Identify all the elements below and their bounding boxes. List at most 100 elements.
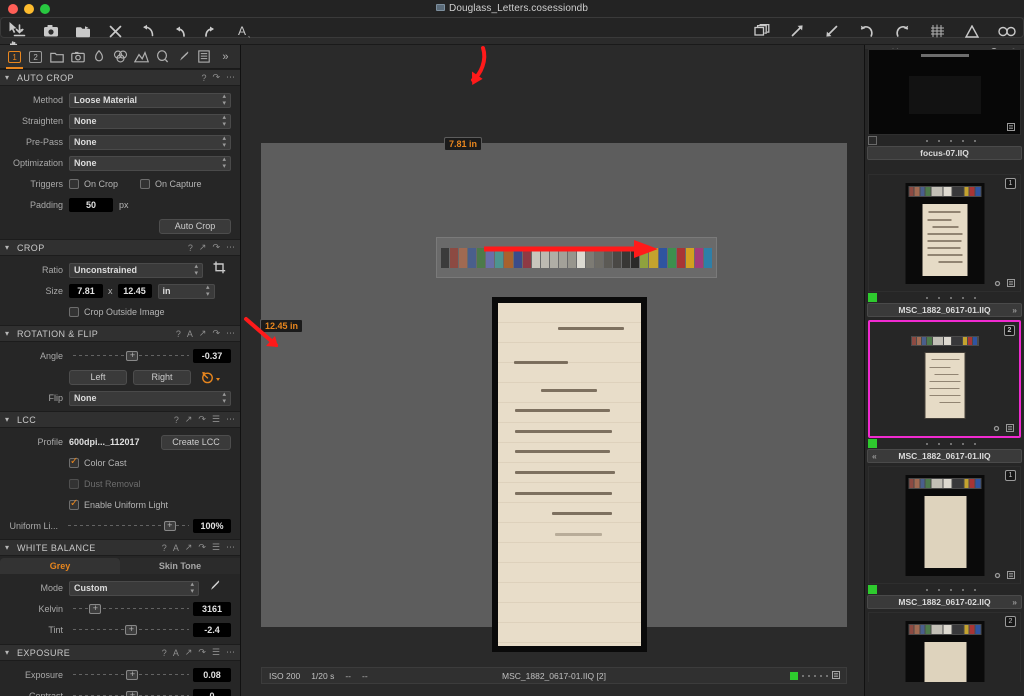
presets-icon[interactable]: ☰ xyxy=(212,542,220,553)
prepass-select[interactable]: None ▴ ▾ xyxy=(69,134,231,150)
thumbnail-footer-3[interactable] xyxy=(865,584,1024,595)
open-folder-icon[interactable] xyxy=(74,21,92,41)
section-menu-icon[interactable]: ⋯ xyxy=(226,542,235,553)
thumbnail-footer-2[interactable] xyxy=(865,438,1024,449)
thumbnail-tools-1[interactable] xyxy=(993,279,1015,288)
crop-width-input[interactable]: 7.81 xyxy=(69,284,103,298)
chevron-right-icon[interactable]: » xyxy=(1012,304,1017,316)
exposure-slider[interactable] xyxy=(73,668,189,682)
rating-star-dot[interactable] xyxy=(949,139,952,142)
color-tag-green[interactable] xyxy=(868,293,877,302)
slider-knob[interactable] xyxy=(126,689,139,696)
chevron-down-icon[interactable]: ▾ xyxy=(5,543,12,552)
thumbnail-tools-0[interactable] xyxy=(1007,123,1015,131)
thumbnail-tools-2[interactable] xyxy=(992,424,1014,433)
rating-star-dot[interactable] xyxy=(961,139,964,142)
wb-eyedropper-button[interactable] xyxy=(208,579,221,597)
import-icon[interactable] xyxy=(10,21,28,41)
rating-star-dot[interactable] xyxy=(973,296,976,299)
annotate-text-icon[interactable]: A xyxy=(234,21,252,41)
thumbnail-image-1[interactable]: 1 xyxy=(868,174,1021,292)
rating-dots-1[interactable] xyxy=(880,296,1021,299)
section-header-white-balance[interactable]: ▾ WHITE BALANCE ? A ↗ ↷ ☰ ⋯ xyxy=(0,539,240,556)
rating-star-dot[interactable] xyxy=(961,588,964,591)
viewer-canvas[interactable]: 7.81 in 12.45 in xyxy=(260,137,847,652)
thumbnail-item-1[interactable]: 1 MSC_1882_0617-01.IIQ » xyxy=(865,174,1024,317)
rating-star-dot[interactable] xyxy=(937,442,940,445)
image-viewer[interactable]: 7.81 in 12.45 in ISO 200 1/20 s -- -- MS… xyxy=(241,45,864,696)
angle-slider[interactable] xyxy=(73,349,189,363)
rating-star-dot[interactable] xyxy=(925,139,928,142)
reset-section-icon[interactable]: ↷ xyxy=(198,647,206,658)
thumbnail-filename-1[interactable]: MSC_1882_0617-01.IIQ » xyxy=(867,303,1022,317)
capture-icon[interactable] xyxy=(42,21,60,41)
auto-icon[interactable]: A xyxy=(173,543,179,553)
close-icon[interactable] xyxy=(106,21,124,41)
dust-removal-checkbox[interactable] xyxy=(69,479,79,489)
copy-apply-icon[interactable]: ↗ xyxy=(199,242,207,253)
section-header-lcc[interactable]: ▾ LCC ? ↗ ↷ ☰ ⋯ xyxy=(0,411,240,428)
kelvin-input[interactable]: 3161 xyxy=(193,602,231,616)
tab-exposure[interactable] xyxy=(131,46,152,68)
rating-star-dot[interactable] xyxy=(925,588,928,591)
chevron-down-icon[interactable] xyxy=(216,378,220,381)
rotate-right-icon[interactable] xyxy=(893,21,911,41)
chevron-down-icon[interactable]: ▾ xyxy=(5,73,12,82)
section-header-auto-crop[interactable]: ▾ AUTO CROP ? ↷ ⋯ xyxy=(0,69,240,86)
thumbnail-footer-1[interactable] xyxy=(865,292,1024,303)
tab-capture[interactable] xyxy=(67,46,88,68)
thumbnail-image-4[interactable]: 2 xyxy=(868,612,1021,682)
crop-tool-button[interactable] xyxy=(213,261,226,279)
tint-slider[interactable] xyxy=(73,623,189,637)
reset-section-icon[interactable]: ↷ xyxy=(198,542,206,553)
rating-star-dot[interactable] xyxy=(949,588,952,591)
presets-icon[interactable]: ☰ xyxy=(212,414,220,425)
rating-star-dot[interactable] xyxy=(961,442,964,445)
thumbnail-tools-3[interactable] xyxy=(993,571,1015,580)
focus-warning-icon[interactable] xyxy=(963,21,981,41)
uniform-light-slider[interactable] xyxy=(68,519,189,533)
tab-2[interactable]: 2 xyxy=(25,46,46,68)
rating-dots-2[interactable] xyxy=(880,442,1021,445)
crop-height-input[interactable]: 12.45 xyxy=(117,284,152,298)
section-menu-icon[interactable]: ⋯ xyxy=(226,414,235,425)
copy-apply-icon[interactable]: ↗ xyxy=(185,542,193,553)
rating-star-dot[interactable] xyxy=(925,442,928,445)
angle-input[interactable]: -0.37 xyxy=(193,349,231,363)
help-icon[interactable]: ? xyxy=(188,243,193,253)
chevron-right-icon[interactable]: » xyxy=(1012,596,1017,608)
slider-knob[interactable] xyxy=(89,602,102,614)
rating-star-dot[interactable] xyxy=(973,139,976,142)
uniform-light-value[interactable]: 100% xyxy=(193,519,231,533)
chevron-down-icon[interactable]: ▾ xyxy=(5,329,12,338)
rating-star-dot[interactable] xyxy=(961,296,964,299)
on-capture-checkbox[interactable] xyxy=(140,179,151,189)
help-icon[interactable]: ? xyxy=(162,648,167,658)
tab-details[interactable] xyxy=(152,46,173,68)
thumbnail-filename-2[interactable]: « MSC_1882_0617-01.IIQ xyxy=(867,449,1022,463)
document-image[interactable] xyxy=(492,297,647,652)
tab-lens[interactable] xyxy=(88,46,109,68)
rating-star-dot[interactable] xyxy=(820,674,822,677)
ratio-select[interactable]: Unconstrained ▴ ▾ xyxy=(69,262,203,278)
section-menu-icon[interactable]: ⋯ xyxy=(226,328,235,339)
color-tag-green[interactable] xyxy=(790,671,798,680)
rating-star-dot[interactable] xyxy=(937,588,940,591)
tab-grey[interactable]: Grey xyxy=(0,558,120,574)
color-cast-checkbox[interactable] xyxy=(69,456,79,468)
section-menu-icon[interactable]: ⋯ xyxy=(226,242,235,253)
thumbnail-image-3[interactable]: 1 xyxy=(868,466,1021,584)
copy-apply-icon[interactable]: ↗ xyxy=(185,414,193,425)
rotation-tool-button[interactable] xyxy=(201,371,220,384)
auto-icon[interactable]: A xyxy=(173,648,179,658)
thumbnail-item-0[interactable]: focus-07.IIQ xyxy=(865,49,1024,171)
reset-section-icon[interactable]: ↷ xyxy=(198,414,206,425)
loupe-glasses-icon[interactable] xyxy=(998,21,1016,41)
copy-apply-icon[interactable]: ↗ xyxy=(185,647,193,658)
rating-star-dot[interactable] xyxy=(937,296,940,299)
rating-star-dot[interactable] xyxy=(937,139,940,142)
tint-input[interactable]: -2.4 xyxy=(193,623,231,637)
thumbnail-image-2[interactable]: 2 xyxy=(868,320,1021,438)
tab-adjustments[interactable] xyxy=(173,46,194,68)
contrast-input[interactable]: 0 xyxy=(193,689,231,696)
